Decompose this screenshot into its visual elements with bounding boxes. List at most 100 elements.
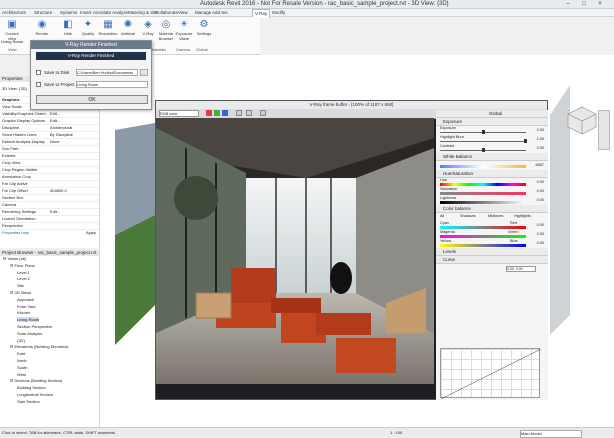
tree-item[interactable]: South [0,365,99,372]
property-value[interactable]: Edit... [50,111,60,117]
tab-add-ins[interactable]: Add-Ins [212,10,228,15]
exposure-section[interactable]: Exposure [436,118,548,126]
tab-modify[interactable]: Modify [272,10,285,15]
property-row[interactable]: Locked Orientation [0,216,99,223]
save-to-disk-checkbox[interactable] [36,70,41,75]
cb-highlights-option[interactable]: Highlights [514,214,531,218]
property-row[interactable]: Annotation Crop [0,174,99,181]
blue-channel-icon[interactable] [222,110,228,116]
maximize-icon[interactable]: □ [576,0,592,8]
properties-help-link[interactable]: Properties help [2,230,29,235]
tree-item[interactable]: Level 1 [0,270,99,277]
tree-item[interactable]: ⊟ 3D Views [0,290,99,297]
hue-saturation-section[interactable]: Hue/Saturation [436,170,548,178]
clear-image-icon[interactable] [246,110,252,116]
levels-section[interactable]: Levels [436,248,548,256]
curve-editor[interactable] [440,348,541,399]
property-row[interactable]: Perspective [0,223,99,230]
yellow-blue-slider[interactable]: Yellow Blue 0.00 [436,239,548,248]
view-name-field[interactable]: Living Room [76,81,148,88]
highlight-burn-slider[interactable]: Highlight Burn 1.00 [436,135,548,144]
property-row[interactable]: Discipline Architectural [0,125,99,132]
tree-item[interactable]: Approach [0,297,99,304]
tab-analyze[interactable]: Analyze [112,10,128,15]
property-value[interactable]: Edit... [50,118,60,124]
tree-item[interactable]: Site [0,283,99,290]
property-value[interactable]: 304800.0 [50,188,67,194]
property-row[interactable]: Crop Region Visible [0,167,99,174]
color-balance-section[interactable]: Color balance [436,205,548,213]
save-to-project-checkbox[interactable] [36,82,41,87]
tab-structure[interactable]: Structure [34,10,52,15]
browse-button[interactable]: … [140,69,148,76]
tree-item[interactable]: Solar Analysis [0,331,99,338]
tree-item[interactable]: ⊟ Views (all) [0,256,99,263]
contrast-slider[interactable]: Contrast 0.00 [436,144,548,153]
tab-insert[interactable]: Insert [80,10,91,15]
white-balance-section[interactable]: White Balance [436,153,548,161]
tree-item[interactable]: Living Room [0,317,99,324]
tab-architecture[interactable]: Architecture [2,10,26,15]
tab-annotate[interactable]: Annotate [93,10,111,15]
property-value[interactable]: By Discipline [50,132,73,138]
property-row[interactable]: Far Clip Active [0,181,99,188]
property-row[interactable]: Sun Path [0,146,99,153]
property-row[interactable]: Graphic Display Options Edit... [0,118,99,125]
ribbon-material-browser-button[interactable]: ◎ Material Browser [156,19,176,45]
lightness-slider[interactable]: Lightness 0.00 [436,196,548,205]
save-path-field[interactable]: C:\Users\Ben Hurlbut\Documents [76,69,138,76]
tree-item[interactable]: Longitudinal Section [0,392,99,399]
tree-item[interactable]: Kitchen [0,310,99,317]
tab-manage[interactable]: Manage [195,10,211,15]
close-icon[interactable]: × [592,0,608,8]
tree-item[interactable]: West [0,372,99,379]
ok-button[interactable]: OK [36,95,148,104]
tree-item[interactable]: Stair Section [0,399,99,406]
cyan-red-slider[interactable]: Cyan Red 0.00 [436,221,548,230]
tree-item[interactable]: East [0,351,99,358]
hue-slider[interactable]: Hue 0.00 [436,178,548,187]
property-row[interactable]: Far Clip Offset 304800.0 [0,188,99,195]
property-row[interactable]: Rendering Settings Edit... [0,209,99,216]
property-row[interactable]: Extents [0,153,99,160]
exposure-slider[interactable]: Exposure 0.00 [436,126,548,135]
property-row[interactable]: Crop View [0,160,99,167]
tab-view[interactable]: View [178,10,188,15]
property-row[interactable]: Default Analysis Display None [0,139,99,146]
tab-collaborate[interactable]: Collaborate [155,10,178,15]
property-value[interactable]: Architectural [50,125,72,131]
render-icon[interactable] [260,110,266,116]
property-row[interactable]: Camera [0,202,99,209]
tree-item[interactable]: ⊟ Elevations (Building Elevation) [0,344,99,351]
tree-item[interactable]: Building Section [0,385,99,392]
property-value[interactable]: None [50,139,60,145]
apply-button[interactable]: Apply [86,230,96,236]
cb-midtones-option[interactable]: Midtones [488,214,503,218]
tree-item[interactable]: North [0,358,99,365]
tab-systems[interactable]: Systems [60,10,77,15]
tree-item[interactable]: ⊟ Sections (Building Section) [0,378,99,385]
cb-all-option[interactable]: All [440,214,444,218]
tree-item[interactable]: From Yard [0,304,99,311]
property-row[interactable]: Visibility/Graphics Overri... Edit... [0,111,99,118]
ribbon-settings-button[interactable]: ⚙ Settings [194,19,214,45]
channel-dropdown[interactable]: RGB color [159,110,199,117]
curve-section[interactable]: Curve [436,256,548,264]
white-balance-slider[interactable]: 6867 [436,161,548,170]
magenta-green-slider[interactable]: Magenta Green 0.00 [436,230,548,239]
tab-massing-site[interactable]: Massing & Site [128,10,158,15]
tree-item[interactable]: ⊟ Floor Plans [0,263,99,270]
green-channel-icon[interactable] [214,110,220,116]
tree-item[interactable]: Level 2 [0,276,99,283]
tree-item[interactable]: {3D} [0,338,99,345]
save-image-icon[interactable] [236,110,242,116]
minimize-icon[interactable]: – [560,0,576,8]
saturation-slider[interactable]: Saturation 0.00 [436,187,548,196]
red-channel-icon[interactable] [206,110,212,116]
tree-item[interactable]: Section Perspective [0,324,99,331]
property-value[interactable]: Edit... [50,209,60,215]
cb-shadows-option[interactable]: Shadows [460,214,476,218]
viewcube[interactable] [566,105,598,135]
navigation-bar[interactable] [598,110,610,150]
property-row[interactable]: Show Hidden Lines By Discipline [0,132,99,139]
